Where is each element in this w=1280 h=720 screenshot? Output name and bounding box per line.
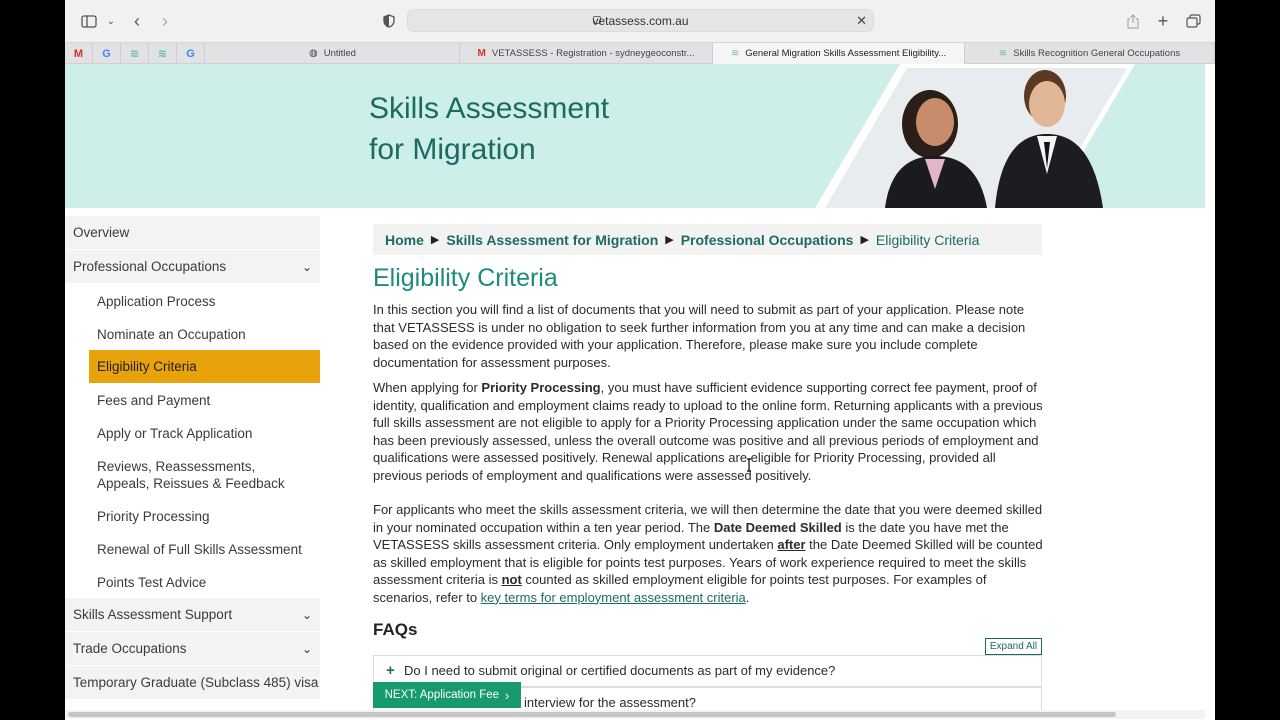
sidebar-item-eligibility-criteria[interactable]: Eligibility Criteria: [89, 350, 320, 383]
compass-icon: ◍: [309, 48, 318, 59]
hero-photo-image: [815, 64, 1135, 208]
sidebar-nav: Overview Professional Occupations ⌄ Appl…: [65, 216, 320, 720]
sidebar-item-trade-occupations[interactable]: Trade Occupations ⌄: [65, 632, 320, 666]
pinned-tab-vetassess[interactable]: ≋: [121, 43, 149, 64]
key-terms-link[interactable]: key terms for employment assessment crit…: [481, 590, 746, 605]
breadcrumb-home[interactable]: Home: [385, 232, 424, 248]
priority-paragraph: When applying for Priority Processing, y…: [373, 380, 1043, 483]
vetassess-icon: ≋: [157, 48, 168, 60]
breadcrumb-current: Eligibility Criteria: [875, 231, 980, 248]
sidebar-item-overview[interactable]: Overview: [65, 216, 320, 250]
url-text: vetassess.com.au: [592, 14, 689, 28]
scrollbar-thumb[interactable]: [68, 712, 1116, 717]
triangle-right-icon: ▶: [860, 234, 869, 246]
chevron-down-icon[interactable]: ⌄: [302, 598, 312, 632]
chevron-down-icon[interactable]: ⌄: [105, 11, 117, 31]
date-deemed-paragraph: For applicants who meet the skills asses…: [373, 502, 1043, 605]
breadcrumb-skills-assessment[interactable]: Skills Assessment for Migration: [446, 232, 658, 248]
sidebar-item-temporary-graduate[interactable]: Temporary Graduate (Subclass 485) visa: [65, 666, 320, 700]
chevron-down-icon[interactable]: ⌄: [302, 632, 312, 666]
sidebar-item-points-test[interactable]: Points Test Advice: [65, 574, 320, 591]
sidebar-item-skills-support[interactable]: Skills Assessment Support ⌄: [65, 598, 320, 632]
main-content: Eligibility Criteria In this section you…: [373, 264, 1043, 640]
sidebar-item-application-process[interactable]: Application Process: [65, 293, 320, 310]
triangle-right-icon: ▶: [430, 234, 440, 246]
tab-eligibility[interactable]: ≋ General Migration Skills Assessment Eli…: [713, 43, 965, 64]
back-icon[interactable]: ‹: [129, 11, 145, 31]
forward-icon[interactable]: ›: [157, 11, 173, 31]
vetassess-icon: ≋: [998, 48, 1008, 59]
next-application-fee-button[interactable]: NEXT: Application Fee ›: [373, 682, 521, 708]
chevron-right-icon: ›: [505, 687, 510, 703]
pinned-tab-gmail[interactable]: M: [65, 43, 93, 64]
sidebar-item-fees-payment[interactable]: Fees and Payment: [65, 392, 320, 409]
sidebar-item-nominate-occupation[interactable]: Nominate an Occupation: [65, 326, 320, 343]
intro-paragraph: In this section you will find a list of …: [373, 302, 1026, 370]
tab-vetassess-registration[interactable]: M VETASSESS - Registration - sydneygeocon…: [460, 43, 713, 64]
mouse-cursor-icon: [745, 458, 753, 475]
gmail-icon: M: [73, 47, 84, 60]
privacy-shield-icon[interactable]: [380, 11, 398, 31]
vetassess-icon: ≋: [129, 48, 140, 60]
address-bar[interactable]: vetassess.com.au ✕: [407, 9, 874, 32]
gmail-icon: M: [477, 48, 486, 59]
page-title: Eligibility Criteria: [373, 264, 558, 292]
new-tab-icon[interactable]: +: [1155, 11, 1171, 31]
pinned-tab-google[interactable]: G: [177, 43, 205, 64]
hero-title: Skills Assessment for Migration: [369, 92, 610, 166]
vetassess-icon: ≋: [730, 48, 740, 59]
chevron-down-icon[interactable]: ⌄: [302, 250, 312, 284]
sidebar-item-professional-occupations[interactable]: Professional Occupations ⌄: [65, 250, 320, 284]
sidebar-item-renewal[interactable]: Renewal of Full Skills Assessment: [65, 541, 320, 558]
pinned-tab-google[interactable]: G: [93, 43, 121, 64]
web-page: Skills Assessment for Migration Overview…: [65, 64, 1205, 720]
pinned-tab-vetassess[interactable]: ≋: [149, 43, 177, 64]
triangle-right-icon: ▶: [665, 234, 674, 246]
breadcrumb: Home ▶ Skills Assessment for Migration ▶…: [373, 224, 1042, 255]
google-icon: G: [186, 47, 195, 60]
sidebar-item-apply-track[interactable]: Apply or Track Application: [65, 425, 320, 442]
sidebar-item-priority-processing[interactable]: Priority Processing: [65, 508, 320, 525]
browser-window: ⌄ ‹ › vetassess.com.au ✕ + M G ≋ ≋ G ◍ Un…: [65, 0, 1215, 720]
tab-overview-icon[interactable]: [1185, 11, 1201, 31]
browser-toolbar: ⌄ ‹ › vetassess.com.au ✕ +: [65, 0, 1215, 42]
share-icon[interactable]: [1125, 11, 1141, 31]
tab-general-occupations[interactable]: ≋ Skills Recognition General Occupations: [965, 43, 1215, 64]
hero-banner: Skills Assessment for Migration: [65, 64, 1205, 208]
tab-untitled[interactable]: ◍ Untitled: [206, 43, 460, 64]
horizontal-scrollbar[interactable]: [65, 710, 1205, 719]
close-icon[interactable]: ✕: [856, 13, 867, 29]
sidebar-item-reviews[interactable]: Reviews, Reassessments, Appeals, Reissue…: [65, 458, 310, 492]
breadcrumb-professional-occupations[interactable]: Professional Occupations: [681, 232, 854, 248]
tab-bar: M G ≋ ≋ G ◍ Untitled M VETASSESS - Registr…: [65, 42, 1215, 64]
google-icon: G: [102, 47, 111, 60]
sidebar-toggle-icon[interactable]: [79, 11, 99, 31]
expand-all-button[interactable]: Expand All: [985, 638, 1042, 655]
faq-heading: FAQs: [373, 620, 418, 639]
